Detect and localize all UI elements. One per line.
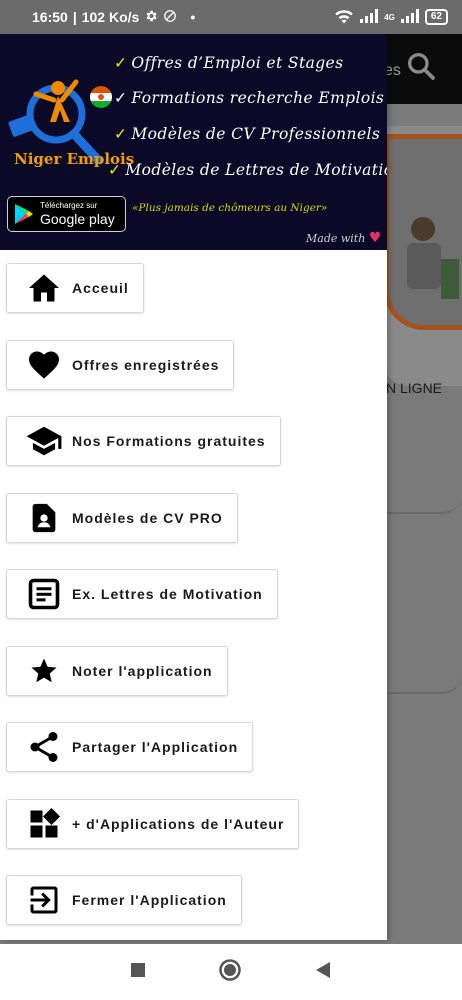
search-icon[interactable] (405, 50, 437, 87)
heart-icon (25, 346, 63, 384)
status-bar: 16:50 | 102 Ko/s • 4G 62 (0, 0, 462, 34)
niger-flag-icon (90, 86, 112, 108)
status-time: 16:50 (32, 9, 68, 25)
background-card-image (384, 134, 462, 330)
no-disturb-icon (163, 9, 177, 26)
exit-icon (25, 881, 63, 919)
google-play-badge[interactable]: Téléchargez sur Google play (7, 196, 126, 232)
menu-item-label: Offres enregistrées (72, 357, 220, 373)
menu-item-label: Fermer l'Application (72, 892, 227, 908)
system-navigation-bar (0, 944, 462, 1000)
status-speed: 102 Ko/s (81, 9, 140, 25)
menu-item-label: Partager l'Application (72, 739, 239, 755)
menu-item-label: + d'Applications de l'Auteur (72, 816, 285, 832)
star-icon (25, 652, 63, 690)
screen: 16:50 | 102 Ko/s • 4G 62 es N LIGNE Nige… (0, 0, 462, 1000)
status-dot: • (190, 9, 196, 25)
home-button-icon[interactable] (218, 958, 242, 987)
network-type: 4G (384, 12, 395, 22)
settings-gear-icon (144, 9, 158, 26)
share-icon (25, 728, 63, 766)
wifi-icon (334, 8, 354, 27)
menu-item-label: Ex. Lettres de Motivation (72, 586, 263, 602)
menu-item-accueil[interactable]: Acceuil (6, 263, 144, 313)
google-play-big-text: Google play (40, 211, 115, 227)
google-play-small-text: Téléchargez sur (40, 201, 98, 210)
heart-small-icon: ♥ (368, 230, 382, 246)
signal-icon (360, 8, 379, 26)
menu-item-formations[interactable]: Nos Formations gratuites (6, 416, 281, 466)
menu-item-modeles-cv[interactable]: Modèles de CV PRO (6, 493, 238, 543)
menu-item-label: Acceuil (72, 280, 129, 296)
drawer-banner: Niger Emplois ✓ Offres d’Emploi et Stages… (0, 34, 387, 250)
menu-item-plus-applications[interactable]: + d'Applications de l'Auteur (6, 799, 300, 849)
menu-item-label: Nos Formations gratuites (72, 433, 266, 449)
menu-item-lettres-motivation[interactable]: Ex. Lettres de Motivation (6, 569, 278, 619)
banner-feature-1: ✓ Offres d’Emploi et Stages (114, 54, 344, 72)
signal-icon-2 (400, 8, 419, 26)
banner-slogan: «Plus jamais de chômeurs au Niger» (132, 202, 328, 214)
menu-item-offres-enregistrees[interactable]: Offres enregistrées (6, 340, 235, 390)
back-button-icon[interactable] (314, 961, 332, 984)
background-card-2 (380, 454, 462, 514)
banner-feature-2: ✓ Formations recherche Emplois (114, 89, 385, 107)
menu-item-partager[interactable]: Partager l'Application (6, 722, 254, 772)
made-with-label: Made with ♥ (306, 230, 382, 246)
letter-icon (25, 575, 63, 613)
navigation-drawer: Niger Emplois ✓ Offres d’Emploi et Stages… (0, 34, 387, 940)
cv-document-icon (25, 499, 63, 537)
home-icon (25, 269, 63, 307)
menu-item-noter[interactable]: Noter l'application (6, 646, 228, 696)
background-card-text: N LIGNE (386, 380, 443, 396)
battery-icon: 62 (424, 9, 448, 25)
more-apps-icon (25, 805, 63, 843)
recents-button-icon[interactable] (130, 962, 146, 983)
graduation-cap-icon (25, 422, 63, 460)
banner-feature-4: ✓ Modèles de Lettres de Motivation (108, 161, 387, 179)
menu-item-fermer[interactable]: Fermer l'Application (6, 875, 242, 925)
menu-item-label: Modèles de CV PRO (72, 510, 223, 526)
menu-item-label: Noter l'application (72, 663, 213, 679)
banner-feature-3: ✓ Modèles de CV Professionnels (114, 125, 381, 143)
google-play-icon (15, 204, 33, 224)
background-card-3 (380, 634, 462, 694)
